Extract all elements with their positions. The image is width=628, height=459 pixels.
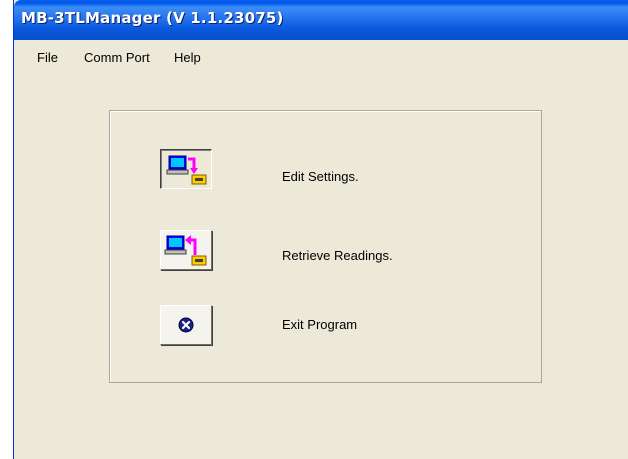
device-to-computer-icon [164,235,207,266]
exit-program-label: Exit Program [282,317,358,332]
menu-file[interactable]: File [37,50,58,65]
edit-settings-button[interactable] [160,149,212,189]
retrieve-readings-button[interactable] [160,230,212,270]
computer-to-device-icon [166,155,207,185]
edit-settings-label: Edit Settings. [282,169,359,184]
menu-comm-port[interactable]: Comm Port [84,50,150,65]
window-title: MB-3TLManager (V 1.1.23075) [21,9,284,27]
title-bar[interactable]: MB-3TLManager (V 1.1.23075) [14,0,628,40]
close-circle-icon [178,317,194,333]
app-window: MB-3TLManager (V 1.1.23075) File Comm Po… [13,0,628,459]
retrieve-readings-label: Retrieve Readings. [282,248,393,263]
menu-help[interactable]: Help [174,50,201,65]
actions-group: Edit Settings. Retrieve Readings. Exit P… [109,110,542,383]
exit-program-button[interactable] [160,305,212,345]
menu-bar: File Comm Port Help [14,40,628,78]
